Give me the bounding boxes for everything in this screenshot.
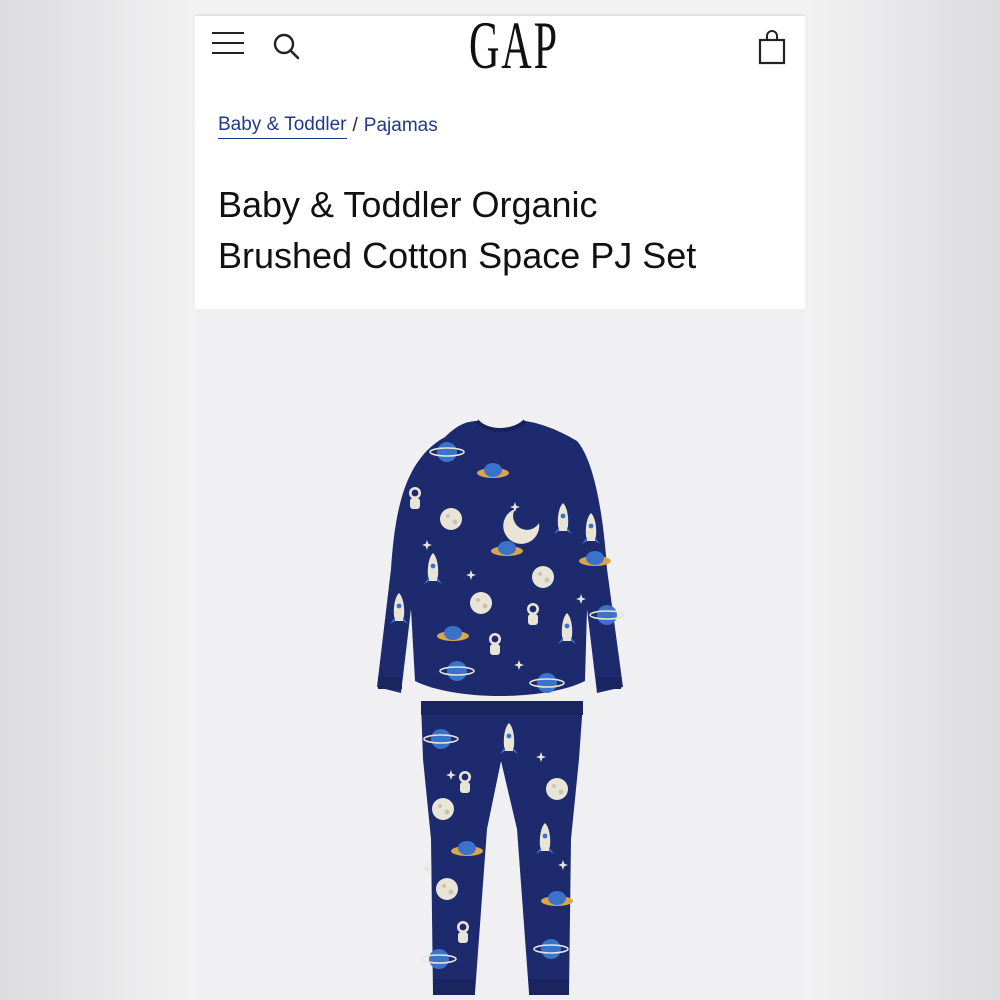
breadcrumb-separator: / <box>352 115 358 136</box>
breadcrumb: Baby & Toddler / Pajamas <box>218 113 438 139</box>
product-title-line-1: Baby & Toddler Organic <box>218 184 598 225</box>
gap-logo[interactable]: GAP <box>469 14 557 80</box>
menu-icon[interactable] <box>212 30 244 56</box>
pajama-set-illustration <box>377 419 625 995</box>
search-icon[interactable] <box>271 31 303 63</box>
breadcrumb-link-baby-toddler[interactable]: Baby & Toddler <box>218 114 347 139</box>
product-image[interactable] <box>195 309 805 1000</box>
shopping-bag-icon[interactable] <box>758 29 786 65</box>
breadcrumb-link-pajamas[interactable]: Pajamas <box>364 115 438 137</box>
product-title: Baby & Toddler Organic Brushed Cotton Sp… <box>218 179 788 281</box>
product-page: GAP Baby & Toddler / Pajamas Baby & Todd… <box>195 14 805 1000</box>
top-nav-bar: GAP <box>195 14 805 84</box>
product-title-line-2: Brushed Cotton Space PJ Set <box>218 235 697 276</box>
